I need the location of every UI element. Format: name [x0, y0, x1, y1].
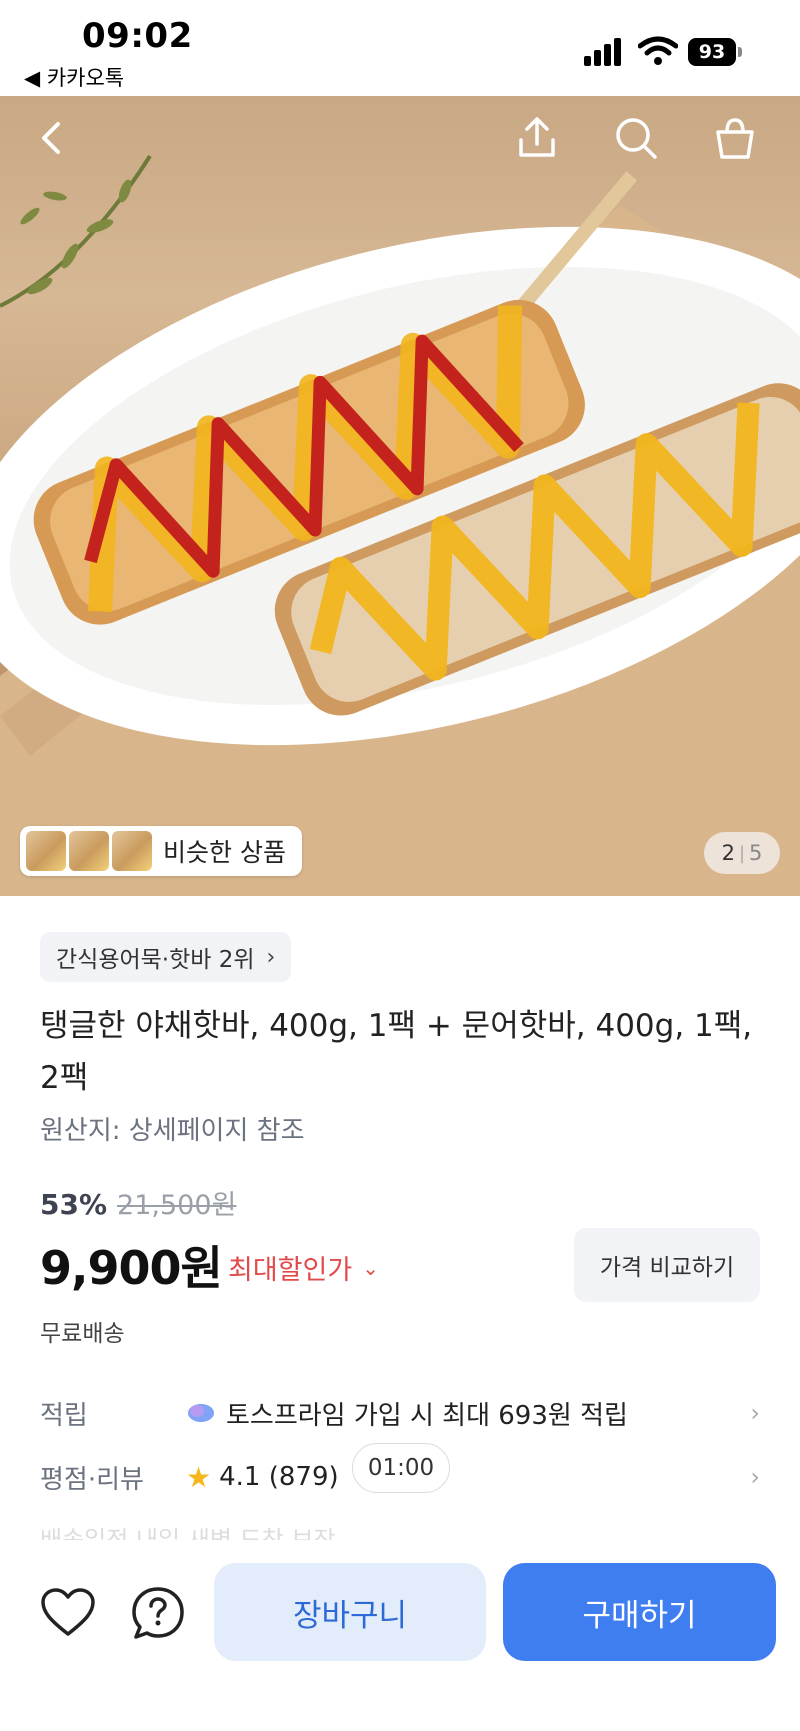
- search-icon: [616, 118, 657, 159]
- category-rank-chip[interactable]: 간식용어묵·핫바 2위 ›: [40, 932, 292, 982]
- share-icon: [519, 117, 555, 157]
- original-price: 21,500원: [117, 1190, 237, 1221]
- max-discount-label: 최대할인가: [228, 1255, 353, 1286]
- buy-now-button[interactable]: 구매하기: [503, 1563, 776, 1661]
- status-time: 09:02: [82, 16, 193, 56]
- product-photo: [0, 154, 800, 896]
- product-image[interactable]: 비슷한 상품 2 | 5: [0, 96, 800, 896]
- category-rank-label: 간식용어묵·핫바 2위: [56, 947, 255, 973]
- sale-price: 9,900원: [40, 1241, 223, 1295]
- chevron-right-icon: ›: [750, 1399, 760, 1427]
- chevron-down-icon: ⌄: [362, 1255, 379, 1280]
- discount-rate: 53%: [40, 1188, 108, 1221]
- question-bubble-icon: [132, 1587, 184, 1639]
- chevron-right-icon: ›: [750, 1463, 760, 1491]
- rating-value: 4.1 (879): [219, 1462, 339, 1492]
- search-button[interactable]: [608, 110, 664, 166]
- similar-thumbnail: [26, 831, 66, 871]
- star-icon: ★: [186, 1460, 212, 1494]
- page-current: 2: [721, 841, 735, 865]
- inquiry-button[interactable]: [126, 1581, 190, 1645]
- add-to-cart-button[interactable]: 장바구니: [214, 1563, 486, 1661]
- cart-button[interactable]: [707, 110, 763, 166]
- back-button[interactable]: [24, 110, 80, 166]
- rating-label: 평점·리뷰: [40, 1464, 144, 1495]
- product-origin: 원산지: 상세페이지 참조: [40, 1116, 305, 1146]
- points-label: 적립: [40, 1400, 88, 1431]
- image-page-indicator: 2 | 5: [704, 832, 780, 874]
- status-bar: 09:02 ◀ 카카오톡 93: [0, 0, 800, 96]
- toss-prime-icon: [188, 1404, 214, 1422]
- chevron-right-icon: ›: [266, 944, 276, 970]
- timer-chip: 01:00: [352, 1443, 450, 1493]
- cellular-signal-icon: [584, 38, 621, 66]
- page-total: 5: [749, 841, 763, 865]
- wishlist-button[interactable]: [36, 1581, 100, 1645]
- back-to-app-link[interactable]: ◀ 카카오톡: [24, 62, 124, 92]
- product-title: 탱글한 야채핫바, 400g, 1팩 + 문어핫바, 400g, 1팩, 2팩: [40, 1008, 753, 1096]
- similar-products-button[interactable]: 비슷한 상품: [20, 826, 302, 876]
- discount-row: 53% 21,500원: [40, 1183, 236, 1222]
- similar-thumbnail: [112, 831, 152, 871]
- similar-thumbnail: [69, 831, 109, 871]
- max-discount-toggle[interactable]: 최대할인가 ⌄: [228, 1248, 379, 1287]
- points-value: 토스프라임 가입 시 최대 693원 적립: [226, 1400, 628, 1431]
- battery-level: 93: [688, 38, 736, 66]
- share-button[interactable]: [509, 110, 565, 166]
- price-compare-button[interactable]: 가격 비교하기: [574, 1228, 760, 1302]
- shopping-bag-icon: [716, 118, 754, 159]
- wifi-icon: [638, 36, 678, 65]
- battery-icon: 93: [688, 38, 742, 66]
- points-row[interactable]: 적립 토스프라임 가입 시 최대 693원 적립 ›: [40, 1388, 760, 1438]
- similar-products-label: 비슷한 상품: [163, 838, 286, 867]
- chevron-left-icon: [42, 122, 60, 154]
- bottom-action-bar: 장바구니 구매하기: [0, 1540, 800, 1731]
- heart-icon: [41, 1588, 95, 1636]
- shipping-info: 무료배송: [40, 1321, 125, 1347]
